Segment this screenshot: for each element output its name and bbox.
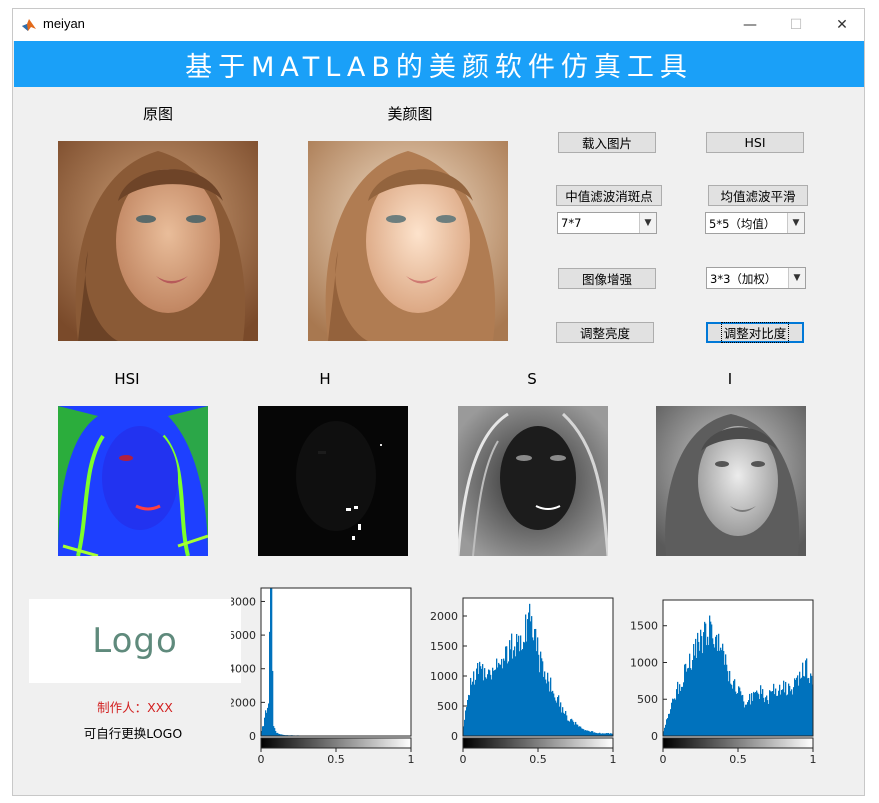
figure-window: meiyan — ☐ ✕ 基于MATLAB的美颜软件仿真工具 原图 美颜图 载入… (12, 8, 865, 796)
image-enhance-button[interactable]: 图像增强 (558, 268, 656, 289)
s-histogram: 0 500 1000 1500 2000 0 0.5 1 (430, 597, 617, 766)
title-bar: meiyan — ☐ ✕ (13, 9, 864, 41)
hsi-button[interactable]: HSI (706, 132, 804, 153)
chevron-down-icon[interactable]: ▼ (787, 213, 804, 233)
image-enhance-label: 图像增强 (581, 272, 632, 287)
x-tick-label: 1 (810, 753, 817, 766)
load-image-label: 载入图片 (581, 136, 632, 151)
close-button[interactable]: ✕ (819, 9, 865, 41)
x-tick-label: 1 (408, 753, 415, 766)
logo-text: Logo (92, 621, 178, 661)
plot-area (261, 588, 411, 736)
x-tick-label: 1 (610, 753, 617, 766)
x-tick-label: 0 (660, 753, 667, 766)
x-tick-label: 0.5 (529, 753, 547, 766)
y-tick-label: 2000 (430, 610, 458, 623)
beauty-image (308, 141, 508, 341)
s-label: S (527, 370, 537, 388)
y-tick-label: 1000 (630, 656, 658, 669)
y-tick-label: 500 (437, 700, 458, 713)
adjust-contrast-button[interactable]: 调整对比度 (706, 322, 804, 343)
window-title: meiyan (43, 16, 85, 31)
median-filter-label: 中值滤波消斑点 (565, 189, 653, 204)
y-tick-label: 2000 (231, 696, 256, 709)
grayscale-colorbar (662, 737, 814, 749)
hsi-button-label: HSI (744, 135, 766, 150)
app-banner: 基于MATLAB的美颜软件仿真工具 (14, 41, 864, 87)
original-label: 原图 (142, 105, 174, 123)
mean-size-value: 5*5（均值） (709, 217, 776, 231)
y-tick-label: 500 (637, 693, 658, 706)
grayscale-colorbar (462, 737, 614, 749)
i-label: I (727, 370, 733, 388)
y-tick-label: 4000 (231, 663, 256, 676)
original-image (58, 141, 258, 341)
load-image-button[interactable]: 载入图片 (558, 132, 656, 153)
i-channel-image (656, 406, 806, 556)
hsi-label: HSI (114, 370, 140, 388)
maximize-button[interactable]: ☐ (773, 9, 819, 41)
x-tick-label: 0 (460, 753, 467, 766)
beauty-label: 美颜图 (387, 105, 433, 123)
y-tick-label: 1500 (630, 620, 658, 633)
median-filter-button[interactable]: 中值滤波消斑点 (556, 185, 662, 206)
y-tick-label: 1000 (430, 670, 458, 683)
s-channel-image (458, 406, 608, 556)
chevron-down-icon[interactable]: ▼ (639, 213, 656, 233)
weighted-size-value: 3*3（加权） (710, 272, 777, 286)
x-tick-label: 0.5 (327, 753, 345, 766)
y-tick-label: 0 (249, 730, 256, 743)
i-histogram: 0 500 1000 1500 0 0.5 1 (630, 599, 817, 766)
median-size-value: 7*7 (561, 216, 582, 230)
mean-size-select[interactable]: 5*5（均值） ▼ (705, 212, 805, 234)
h-histogram: 0 2000 4000 6000 8000 0 0.5 1 (231, 587, 415, 766)
h-label: H (319, 370, 331, 388)
logo-note: 可自行更换LOGO (83, 726, 183, 741)
adjust-contrast-label: 调整对比度 (720, 322, 790, 343)
y-tick-label: 1500 (430, 640, 458, 653)
weighted-size-select[interactable]: 3*3（加权） ▼ (706, 267, 806, 289)
chevron-down-icon[interactable]: ▼ (788, 268, 805, 288)
grayscale-colorbar (260, 737, 412, 749)
banner-title: 基于MATLAB的美颜软件仿真工具 (185, 51, 693, 83)
hsi-image (58, 406, 208, 556)
adjust-brightness-label: 调整亮度 (579, 326, 630, 341)
author-label: 制作人：XXX (97, 700, 173, 715)
x-tick-label: 0 (258, 753, 265, 766)
adjust-brightness-button[interactable]: 调整亮度 (556, 322, 654, 343)
y-tick-label: 0 (651, 730, 658, 743)
y-tick-label: 0 (451, 730, 458, 743)
y-tick-label: 6000 (231, 629, 256, 642)
h-channel-image (258, 406, 408, 556)
mean-filter-label: 均值滤波平滑 (720, 189, 796, 204)
median-size-select[interactable]: 7*7 ▼ (557, 212, 657, 234)
x-tick-label: 0.5 (729, 753, 747, 766)
mean-filter-button[interactable]: 均值滤波平滑 (708, 185, 808, 206)
matlab-icon (22, 19, 36, 31)
logo-area: Logo (29, 599, 241, 683)
y-tick-label: 8000 (231, 595, 256, 608)
minimize-button[interactable]: — (727, 9, 773, 41)
